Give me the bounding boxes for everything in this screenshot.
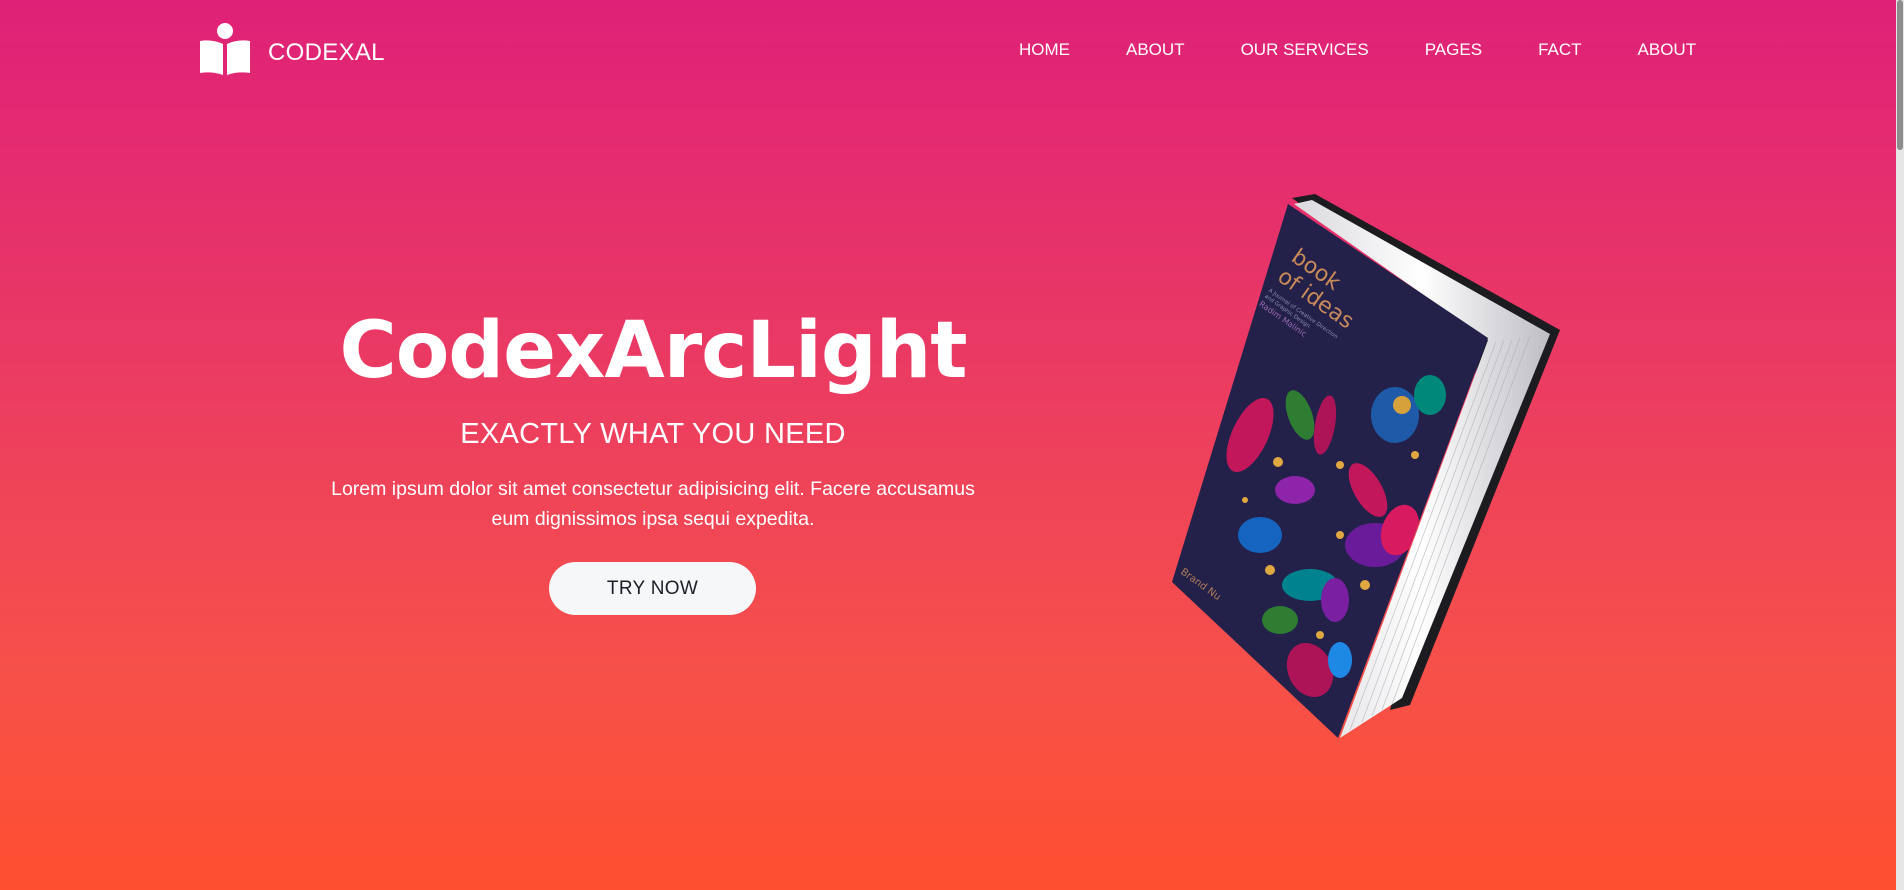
- hero-description-line-1: Lorem ipsum dolor sit amet consectetur a…: [331, 478, 975, 500]
- hero-description-line-2: eum dignissimos ipsa sequi expedita.: [491, 508, 815, 530]
- nav-our-services[interactable]: OUR SERVICES: [1241, 40, 1369, 60]
- hero-subtitle: EXACTLY WHAT YOU NEED: [460, 418, 846, 450]
- nav-home[interactable]: HOME: [1019, 40, 1070, 60]
- logo-text: CODEXAL: [268, 39, 385, 66]
- page-scrollbar[interactable]: [1896, 0, 1904, 890]
- logo-link[interactable]: CODEXAL: [198, 22, 385, 76]
- main-nav: HOME ABOUT OUR SERVICES PAGES FACT ABOUT: [1019, 40, 1696, 60]
- book-image: book of ideas A Journal of Creative Dire…: [1172, 194, 1560, 738]
- nav-about[interactable]: ABOUT: [1126, 40, 1185, 60]
- site-header: CODEXAL HOME ABOUT OUR SERVICES PAGES FA…: [0, 0, 1896, 100]
- book-reader-icon: [200, 23, 250, 75]
- hero-title: CodexArcLight: [339, 306, 967, 396]
- nav-pages[interactable]: PAGES: [1425, 40, 1482, 60]
- scrollbar-thumb[interactable]: [1897, 0, 1903, 150]
- nav-fact[interactable]: FACT: [1538, 40, 1581, 60]
- try-now-button[interactable]: TRY NOW: [549, 562, 756, 615]
- hero-description: Lorem ipsum dolor sit amet consectetur a…: [300, 474, 1006, 534]
- nav-about-2[interactable]: ABOUT: [1638, 40, 1697, 60]
